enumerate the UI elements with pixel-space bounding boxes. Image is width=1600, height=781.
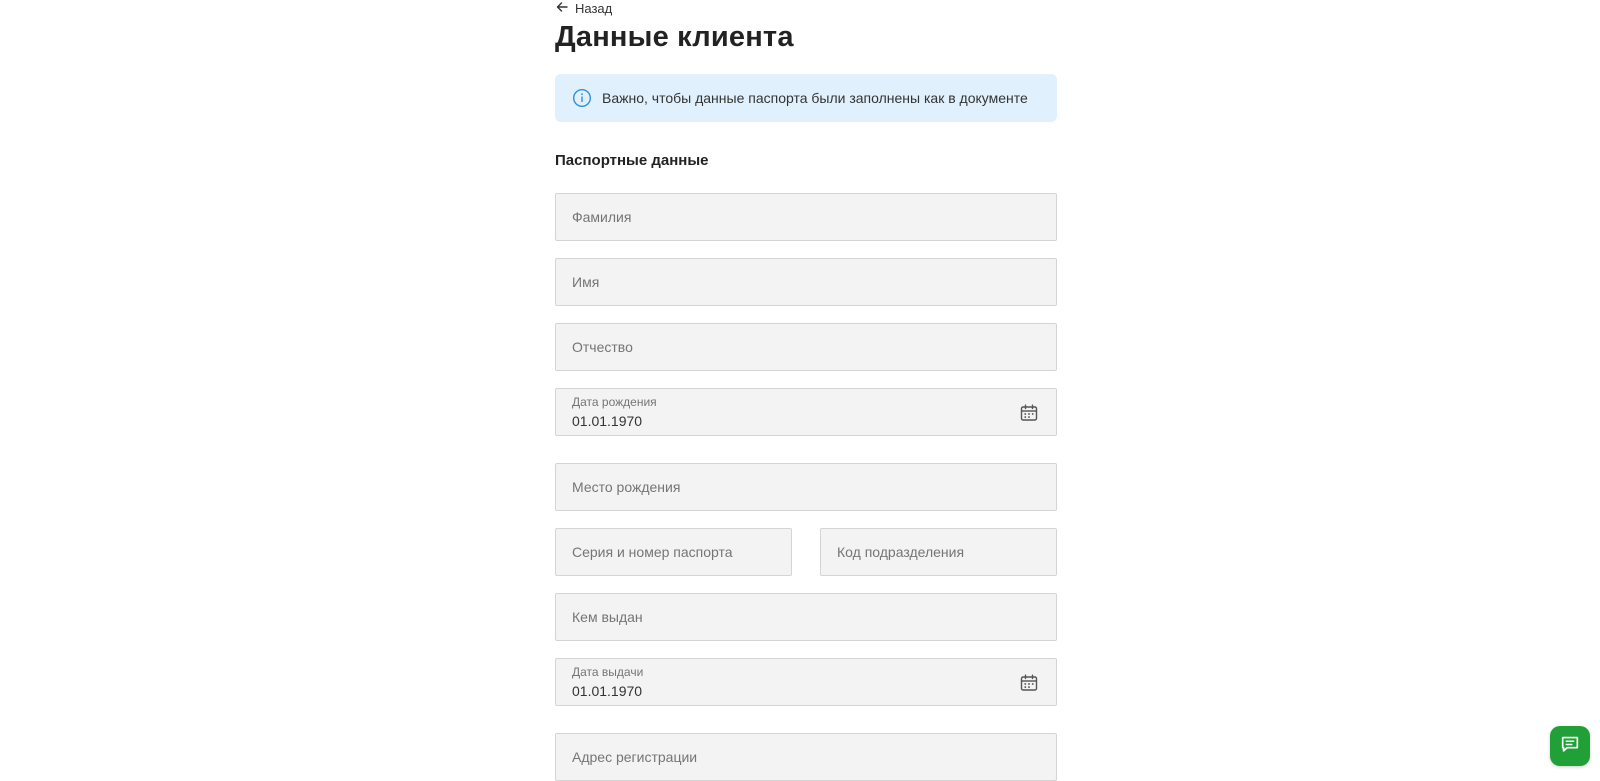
registration-address-field[interactable]: Адрес регистрации xyxy=(555,733,1057,781)
info-icon xyxy=(572,88,592,108)
birth-place-field[interactable]: Место рождения xyxy=(555,463,1057,511)
page-title: Данные клиента xyxy=(555,21,794,53)
info-notice: Важно, чтобы данные паспорта были заполн… xyxy=(555,74,1057,122)
patronymic-field[interactable]: Отчество xyxy=(555,323,1057,371)
calendar-icon[interactable] xyxy=(1019,403,1039,423)
issued-by-field[interactable]: Кем выдан xyxy=(555,593,1057,641)
first-name-field[interactable]: Имя xyxy=(555,258,1057,306)
division-code-field[interactable]: Код подразделения xyxy=(820,528,1057,576)
back-label: Назад xyxy=(575,1,613,16)
birth-date-value: 01.01.1970 xyxy=(572,412,643,429)
patronymic-placeholder: Отчество xyxy=(572,339,633,355)
division-code-placeholder: Код подразделения xyxy=(837,544,965,560)
issue-date-value: 01.01.1970 xyxy=(572,682,643,699)
issued-by-placeholder: Кем выдан xyxy=(572,609,643,625)
chat-button[interactable] xyxy=(1550,726,1590,766)
calendar-icon[interactable] xyxy=(1019,673,1039,693)
issue-date-field[interactable]: Дата выдачи 01.01.1970 xyxy=(555,658,1057,706)
issue-date-label: Дата выдачи xyxy=(572,664,644,679)
passport-number-field[interactable]: Серия и номер паспорта xyxy=(555,528,792,576)
birth-place-placeholder: Место рождения xyxy=(572,479,681,495)
birth-date-label: Дата рождения xyxy=(572,394,657,409)
info-notice-text: Важно, чтобы данные паспорта были заполн… xyxy=(602,90,1028,106)
arrow-left-icon xyxy=(555,0,569,17)
last-name-placeholder: Фамилия xyxy=(572,209,632,225)
birth-date-field[interactable]: Дата рождения 01.01.1970 xyxy=(555,388,1057,436)
back-link[interactable]: Назад xyxy=(555,0,612,17)
first-name-placeholder: Имя xyxy=(572,274,600,290)
registration-address-placeholder: Адрес регистрации xyxy=(572,749,698,765)
chat-icon xyxy=(1559,733,1581,760)
last-name-field[interactable]: Фамилия xyxy=(555,193,1057,241)
passport-number-placeholder: Серия и номер паспорта xyxy=(572,544,733,560)
section-title: Паспортные данные xyxy=(555,152,709,169)
